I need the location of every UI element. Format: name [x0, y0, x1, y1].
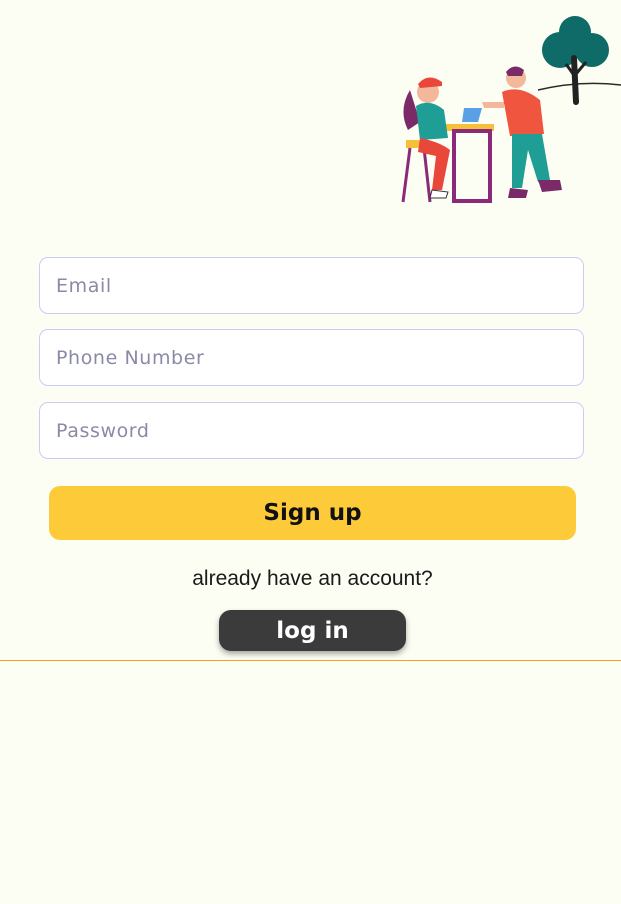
tree-icon	[537, 16, 621, 105]
email-input[interactable]	[54, 273, 583, 298]
email-field[interactable]	[39, 257, 584, 314]
sign-up-button[interactable]: Sign up	[49, 486, 576, 540]
phone-number-field[interactable]	[39, 329, 584, 386]
phone-number-input[interactable]	[54, 345, 583, 370]
password-field[interactable]	[39, 402, 584, 459]
login-prompt: already have an account?	[192, 567, 433, 590]
log-in-button[interactable]: log in	[219, 610, 406, 651]
man-figure	[482, 66, 562, 198]
divider	[0, 660, 621, 661]
people-at-table-illustration	[401, 16, 621, 203]
table-icon	[446, 108, 494, 203]
password-input[interactable]	[54, 418, 583, 443]
